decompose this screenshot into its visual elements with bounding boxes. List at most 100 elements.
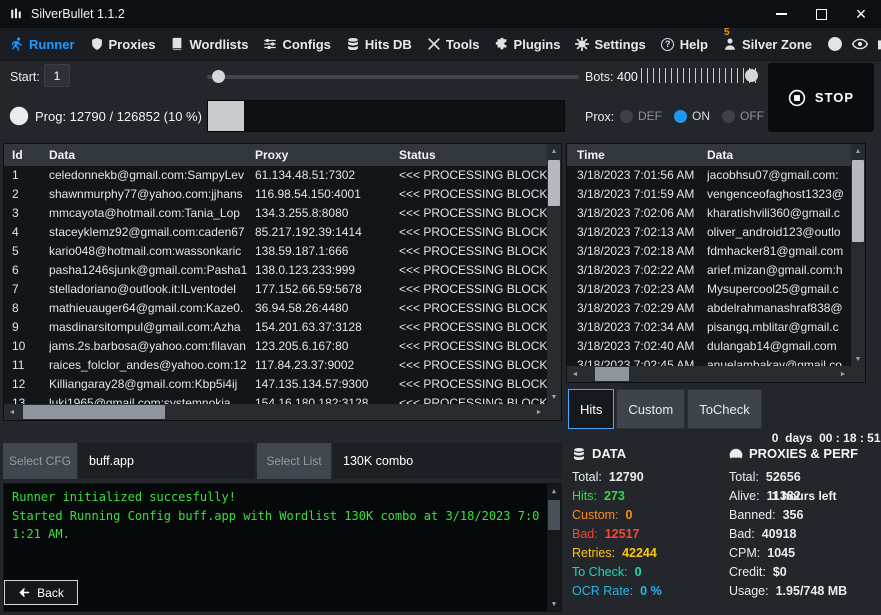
proxy-mode-option[interactable]: DEF (620, 109, 662, 123)
log-scrollbar[interactable]: ▲ ▼ (547, 484, 561, 611)
scrollbar-track[interactable] (851, 158, 865, 352)
tab[interactable]: ToCheck (687, 389, 762, 429)
bots-slider[interactable] (641, 62, 761, 90)
results-row[interactable]: 6 pasha1246sjunk@gmail.com:Pasha1 138.0.… (4, 261, 547, 280)
nav-item-silver-zone[interactable]: 5 Silver Zone (723, 37, 812, 52)
proxy-mode-option[interactable]: OFF (722, 109, 764, 123)
results-row[interactable]: 2 shawnmurphy77@yahoo.com:jjhans 116.98.… (4, 185, 547, 204)
cell-id: 13 (4, 394, 49, 404)
hit-row[interactable]: 3/18/2023 7:02:29 AM abdelrahmanashraf83… (567, 299, 851, 318)
nav-item-tools[interactable]: Tools (427, 37, 480, 52)
back-button[interactable]: Back (4, 580, 78, 605)
results-row[interactable]: 12 Killiangaray28@gmail.com:Kbp5i4ij 147… (4, 375, 547, 394)
hit-row[interactable]: 3/18/2023 7:01:59 AM vengenceofaghost132… (567, 185, 851, 204)
hit-row[interactable]: 3/18/2023 7:02:45 AM anuelambakay@gmail.… (567, 356, 851, 366)
nav-item-hits-db[interactable]: Hits DB (346, 37, 412, 52)
results-row[interactable]: 11 raices_folclor_andes@yahoo.com:12 117… (4, 356, 547, 375)
nav-item-plugins[interactable]: Plugins (495, 37, 561, 52)
scroll-down-icon[interactable]: ▼ (851, 352, 865, 366)
results-row[interactable]: 10 jams.2s.barbosa@yahoo.com:filavan 123… (4, 337, 547, 356)
cell-data: luki1965@gmail.com:systemnokia (49, 394, 255, 404)
hit-row[interactable]: 3/18/2023 7:02:23 AM Mysupercool25@gmail… (567, 280, 851, 299)
hits-vertical-scrollbar[interactable]: ▲ ▼ (851, 144, 865, 366)
results-row[interactable]: 8 mathieuauger64@gmail.com:Kaze0. 36.94.… (4, 299, 547, 318)
start-input[interactable] (44, 64, 70, 87)
slider-thumb[interactable] (745, 69, 758, 82)
results-row[interactable]: 4 staceyklemz92@gmail.com:caden67 85.217… (4, 223, 547, 242)
scroll-right-icon[interactable]: ► (531, 404, 547, 420)
column-header-status[interactable]: Status (399, 144, 547, 166)
scroll-down-icon[interactable]: ▼ (547, 390, 561, 404)
nav-item-wordlists[interactable]: Wordlists (170, 37, 248, 52)
scrollbar-track[interactable] (583, 366, 835, 382)
close-button[interactable]: × (841, 0, 881, 28)
scrollbar-thumb[interactable] (595, 367, 629, 381)
scroll-up-icon[interactable]: ▲ (547, 144, 561, 158)
hits-horizontal-scrollbar[interactable]: ◄ ► (567, 366, 851, 382)
results-row[interactable]: 13 luki1965@gmail.com:systemnokia 154.16… (4, 394, 547, 404)
window-controls: × (761, 0, 881, 28)
column-header-time[interactable]: Time (567, 144, 707, 166)
results-row[interactable]: 5 kario048@hotmail.com:wassonkaric 138.5… (4, 242, 547, 261)
scrollbar-thumb[interactable] (548, 500, 560, 530)
hit-row[interactable]: 3/18/2023 7:02:22 AM arief.mizan@gmail.c… (567, 261, 851, 280)
scrollbar-track[interactable] (547, 498, 561, 597)
app-window: SilverBullet 1.1.2 × Runner Proxies Word… (0, 0, 881, 615)
select-cfg-button[interactable]: Select CFG (3, 443, 77, 479)
results-horizontal-scrollbar[interactable]: ◄ ► (4, 404, 547, 420)
nav-item-settings[interactable]: Settings (575, 37, 645, 52)
stat-row: To Check:0 (572, 563, 722, 582)
camera-icon[interactable] (877, 36, 881, 52)
stat-label: Retries: (572, 546, 615, 560)
tab[interactable]: Hits (568, 389, 614, 429)
scroll-up-icon[interactable]: ▲ (851, 144, 865, 158)
nav-label: Plugins (514, 37, 561, 52)
scroll-up-icon[interactable]: ▲ (547, 484, 561, 498)
slider-thumb[interactable] (212, 70, 225, 83)
scroll-down-icon[interactable]: ▼ (547, 597, 561, 611)
cell-data: jams.2s.barbosa@yahoo.com:filavan (49, 337, 255, 356)
minimize-button[interactable] (761, 0, 801, 28)
results-row[interactable]: 7 stelladoriano@outlook.it:ILventodel 17… (4, 280, 547, 299)
hit-row[interactable]: 3/18/2023 7:02:13 AM oliver_android123@o… (567, 223, 851, 242)
nav-item-proxies[interactable]: Proxies (90, 37, 156, 52)
history-icon[interactable] (827, 36, 843, 52)
scroll-left-icon[interactable]: ◄ (4, 404, 20, 420)
results-vertical-scrollbar[interactable]: ▲ ▼ (547, 144, 561, 404)
plugin-icon (495, 37, 509, 51)
tab[interactable]: Custom (616, 389, 685, 429)
hit-row[interactable]: 3/18/2023 7:02:18 AM fdmhacker81@gmail.c… (567, 242, 851, 261)
wordlist-name-input[interactable] (333, 443, 562, 479)
scrollbar-thumb[interactable] (852, 160, 864, 242)
column-header-proxy[interactable]: Proxy (255, 144, 399, 166)
hit-row[interactable]: 3/18/2023 7:02:06 AM kharatishvili360@gm… (567, 204, 851, 223)
results-row[interactable]: 1 celedonnekb@gmail.com:SampyLev 61.134.… (4, 166, 547, 185)
nav-item-configs[interactable]: Configs (263, 37, 330, 52)
column-header-id[interactable]: Id (4, 144, 49, 166)
nav-item-help[interactable]: ? Help (661, 37, 708, 52)
app-logo-icon (9, 7, 23, 21)
stop-button[interactable]: STOP (768, 63, 874, 132)
column-header-data[interactable]: Data (49, 144, 255, 166)
cell-proxy: 134.3.255.8:8080 (255, 204, 399, 223)
select-list-button[interactable]: Select List (257, 443, 331, 479)
nav-item-runner[interactable]: Runner (10, 37, 75, 52)
start-slider[interactable] (207, 69, 579, 85)
scrollbar-thumb[interactable] (548, 160, 560, 206)
scrollbar-track[interactable] (20, 404, 531, 420)
hit-row[interactable]: 3/18/2023 7:02:34 AM pisangq.mblitar@gma… (567, 318, 851, 337)
results-row[interactable]: 9 masdinarsitompul@gmail.com:Azha 154.20… (4, 318, 547, 337)
proxy-mode-option[interactable]: ON (674, 109, 710, 123)
hit-row[interactable]: 3/18/2023 7:01:56 AM jacobhsu07@gmail.co… (567, 166, 851, 185)
hit-row[interactable]: 3/18/2023 7:02:40 AM dulangab14@gmail.co… (567, 337, 851, 356)
config-name-input[interactable] (79, 443, 255, 479)
scroll-left-icon[interactable]: ◄ (567, 366, 583, 382)
results-row[interactable]: 3 mmcayota@hotmail.com:Tania_Lop 134.3.2… (4, 204, 547, 223)
maximize-button[interactable] (801, 0, 841, 28)
scrollbar-thumb[interactable] (23, 405, 165, 419)
column-header-data[interactable]: Data (707, 144, 851, 166)
stat-row: Usage:1.95/748 MB (729, 582, 879, 601)
eye-icon[interactable] (852, 36, 868, 52)
scrollbar-track[interactable] (547, 158, 561, 390)
scroll-right-icon[interactable]: ► (835, 366, 851, 382)
